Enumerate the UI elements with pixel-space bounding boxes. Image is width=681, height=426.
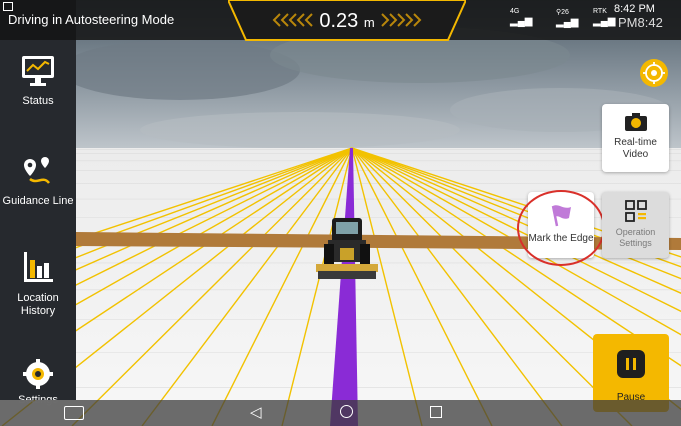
screenshot-button-icon[interactable] [64,406,84,420]
camera-icon [624,113,647,131]
crosshair-icon [643,62,665,84]
satellite-indicator: ⚲26 ▂▄▆ [556,8,578,28]
monitor-icon [21,56,55,90]
rtk-indicator: RTK ▂▄▆ [593,8,615,27]
network-4g-indicator: 4G ▂▄▆ [510,8,532,27]
sidebar: Status Guidance Line Location History Se… [0,0,76,406]
realtime-video-button[interactable]: Real-time Video [602,104,669,172]
route-icon [21,157,55,190]
gear-icon [21,359,55,393]
rtk-label: RTK [593,8,607,15]
back-button-icon[interactable]: ◁ [250,403,262,421]
bar-chart-icon [21,252,55,287]
network-4g-label: 4G [510,8,520,15]
sidebar-item-label: Guidance Line [2,195,74,207]
pause-icon [617,350,645,378]
operation-settings-label: Operation Settings [615,227,656,248]
realtime-video-label: Real-time Video [614,137,657,160]
screenshot-indicator-icon [3,2,13,11]
satellite-count: 26 [561,9,569,16]
deviation-number: 0.23 [319,10,359,32]
page-title: Driving in Autosteering Mode [8,12,175,27]
app-root: Status Guidance Line Location History Se… [0,0,681,426]
signal-icon: ▂▄▆ [556,17,579,28]
sidebar-item-label: Status [22,95,54,107]
sidebar-item-location-history[interactable]: Location History [0,250,76,318]
deviation-indicator: 0.23 m [228,0,466,42]
clock-shadow: PM8:42 [618,15,663,30]
clock: 8:42 PM [614,3,655,15]
operation-settings-button[interactable]: Operation Settings [602,192,669,258]
status-bar: Driving in Autosteering Mode 0.23 m 4G ▂… [0,0,681,42]
deviation-unit: m [363,15,375,30]
recents-button-icon[interactable] [430,406,442,418]
signal-icon: ▂▄▆ [593,16,616,27]
sidebar-item-status[interactable]: Status [0,55,76,108]
highlight-ring [517,190,605,266]
sidebar-item-guidance-line[interactable]: Guidance Line [0,155,76,208]
grid-settings-icon [624,200,647,222]
locate-button[interactable] [640,59,668,87]
signal-icon: ▂▄▆ [510,16,533,27]
home-button-icon[interactable] [340,405,353,418]
system-nav-bar: ◁ [0,400,681,426]
sidebar-item-label: Location History [17,292,59,317]
deviation-value: 0.23 m [228,10,466,33]
